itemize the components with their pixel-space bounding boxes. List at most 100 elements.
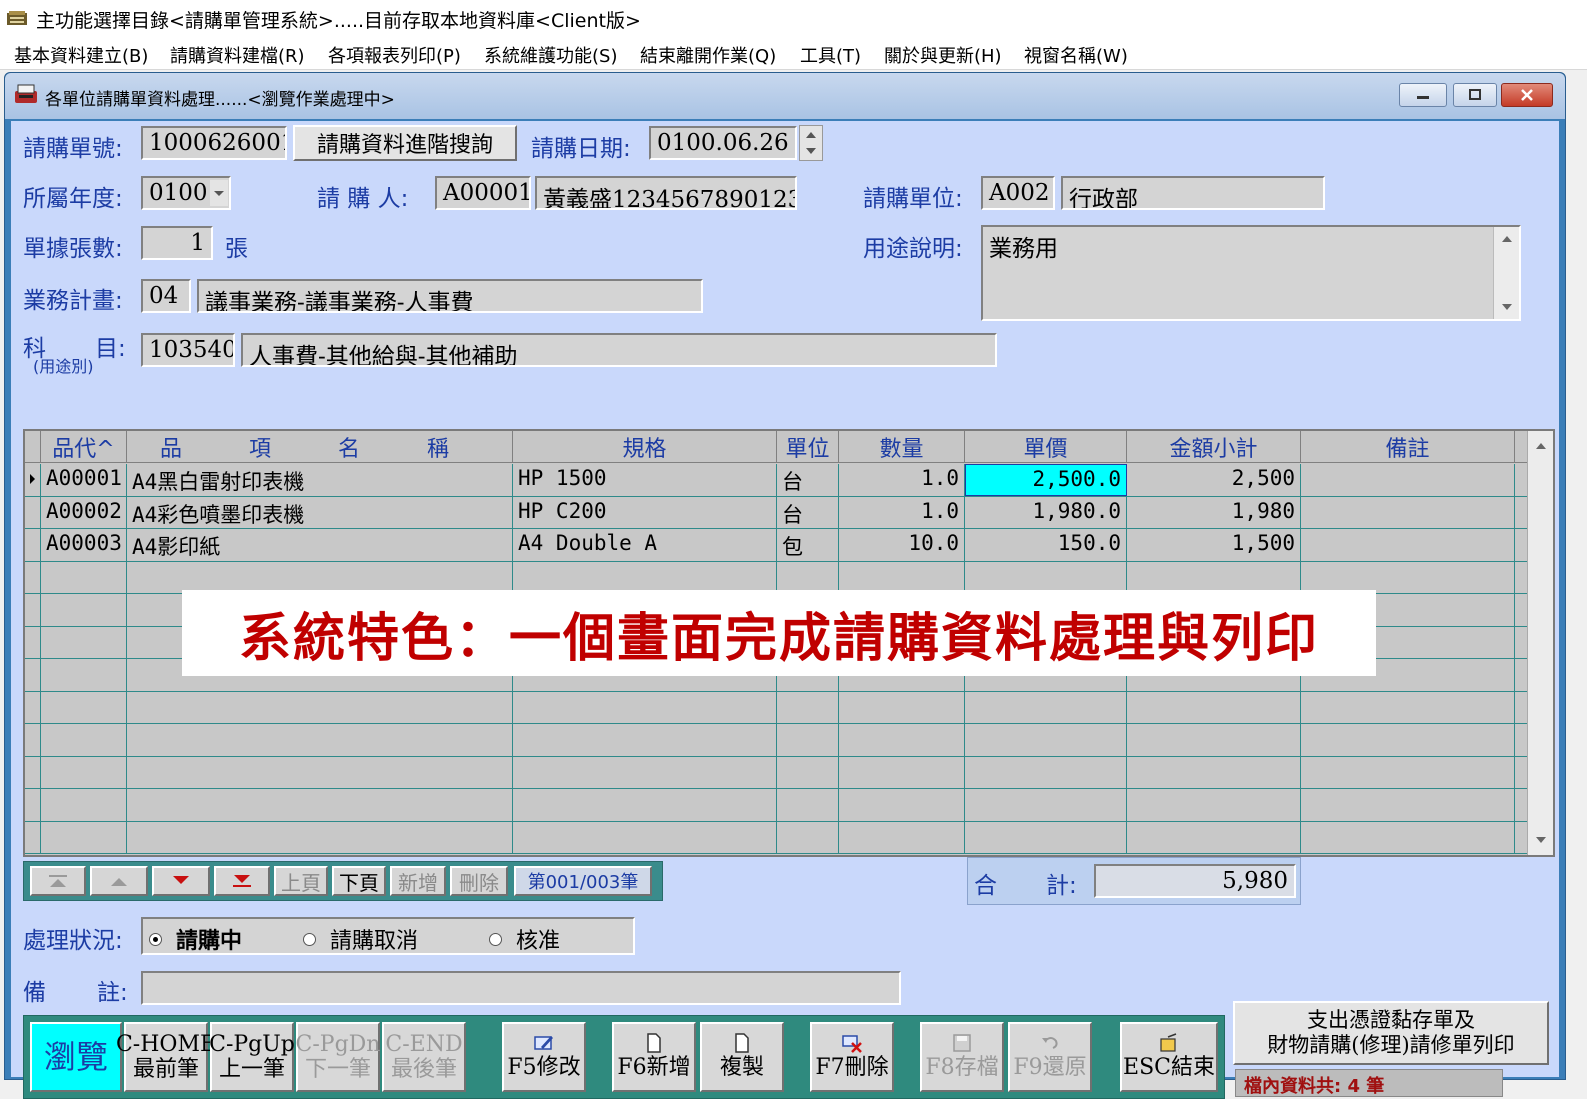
cell-qty[interactable]: 1.0 — [839, 496, 965, 529]
cell-code[interactable] — [41, 659, 127, 691]
cell-price[interactable] — [965, 789, 1127, 821]
status-radio-approved[interactable]: 核准 — [489, 923, 560, 955]
cell-name[interactable]: A4彩色噴墨印表機 — [127, 496, 513, 529]
cell-spec[interactable]: HP 1500 — [513, 464, 777, 496]
cell-qty[interactable] — [839, 724, 965, 756]
save-button[interactable]: F8存檔 — [920, 1022, 1004, 1092]
cell-spec[interactable]: HP C200 — [513, 496, 777, 529]
col-header-subtotal[interactable]: 金額小計 — [1127, 431, 1301, 463]
cell-note[interactable] — [1301, 496, 1515, 529]
new-button[interactable]: F6新增 — [612, 1022, 696, 1092]
cell-note[interactable] — [1301, 756, 1515, 789]
cell-code[interactable] — [41, 756, 127, 789]
col-header-code[interactable]: 品代^ — [41, 431, 127, 463]
cell-name[interactable]: A4影印紙 — [127, 529, 513, 561]
empty-table-row[interactable] — [25, 691, 1527, 724]
cell-code[interactable]: A00001 — [41, 464, 127, 496]
cell-qty[interactable]: 10.0 — [839, 529, 965, 561]
cell-code[interactable] — [41, 594, 127, 626]
nav-last-button[interactable] — [214, 866, 270, 896]
row-indicator[interactable] — [25, 724, 41, 756]
requester-name-field[interactable]: 黃義盛12345678901234 — [535, 176, 797, 210]
subject-name-field[interactable]: 人事費-其他給與-其他補助 — [241, 333, 997, 367]
table-row[interactable]: A00002 A4彩色噴墨印表機 HP C200 台 1.0 1,980.0 1,980 — [25, 496, 1527, 529]
menu-about[interactable]: 關於與更新(H) — [884, 42, 1002, 68]
unit-name-field[interactable]: 行政部 — [1061, 176, 1325, 210]
cell-subtotal[interactable] — [1127, 691, 1301, 724]
cell-code[interactable] — [41, 821, 127, 854]
cell-spec[interactable] — [513, 561, 777, 594]
row-indicator[interactable] — [25, 529, 41, 561]
cell-unit[interactable]: 台 — [777, 464, 839, 496]
cell-code[interactable] — [41, 626, 127, 659]
table-row[interactable]: A00001 A4黑白雷射印表機 HP 1500 台 1.0 2,500.0 2,500 — [25, 464, 1527, 497]
cell-unit[interactable] — [777, 691, 839, 724]
cell-name[interactable] — [127, 561, 513, 594]
cell-unit[interactable] — [777, 789, 839, 821]
req-no-field[interactable]: 1000626001 — [141, 126, 287, 160]
cell-note[interactable] — [1301, 464, 1515, 496]
status-radio-cancelled[interactable]: 請購取消 — [303, 923, 418, 955]
row-indicator[interactable] — [25, 789, 41, 821]
col-header-unit[interactable]: 單位 — [777, 431, 839, 463]
copy-button[interactable]: 複製 — [700, 1022, 784, 1092]
cell-note[interactable] — [1301, 561, 1515, 594]
cell-price[interactable]: 1,980.0 — [965, 496, 1127, 529]
col-header-note[interactable]: 備註 — [1301, 431, 1515, 463]
cell-subtotal[interactable]: 1,980 — [1127, 496, 1301, 529]
cell-name[interactable] — [127, 821, 513, 854]
cell-spec[interactable]: A4 Double A — [513, 529, 777, 561]
cell-note[interactable] — [1301, 724, 1515, 756]
grid-scrollbar[interactable] — [1527, 431, 1553, 855]
restore-button[interactable]: F9還原 — [1008, 1022, 1092, 1092]
row-indicator[interactable] — [25, 691, 41, 724]
cell-spec[interactable] — [513, 756, 777, 789]
cell-spec[interactable] — [513, 789, 777, 821]
cell-spec[interactable] — [513, 724, 777, 756]
col-header-name[interactable]: 品 項 名 稱 — [127, 431, 513, 463]
year-select[interactable]: 0100 — [141, 176, 231, 210]
row-indicator[interactable] — [25, 659, 41, 691]
col-header-price[interactable]: 單價 — [965, 431, 1127, 463]
print-voucher-button[interactable]: 支出憑證黏存單及 財物請購(修理)請修單列印 — [1233, 1001, 1549, 1065]
cell-price[interactable] — [965, 821, 1127, 854]
cell-qty[interactable] — [839, 789, 965, 821]
row-indicator[interactable] — [25, 821, 41, 854]
cell-note[interactable] — [1301, 789, 1515, 821]
menu-reports[interactable]: 各項報表列印(P) — [328, 42, 461, 68]
col-header-qty[interactable]: 數量 — [839, 431, 965, 463]
row-indicator[interactable] — [25, 594, 41, 626]
cell-subtotal[interactable] — [1127, 756, 1301, 789]
cell-qty[interactable] — [839, 561, 965, 594]
close-button[interactable] — [1501, 83, 1553, 107]
menu-window[interactable]: 視窗名稱(W) — [1024, 42, 1128, 68]
remark-field[interactable] — [141, 971, 901, 1005]
restore-button[interactable] — [1453, 83, 1497, 107]
window-title-bar[interactable]: 各單位請購單資料處理......<瀏覽作業處理中> — [5, 73, 1565, 119]
cell-price[interactable] — [965, 691, 1127, 724]
browse-button[interactable]: 瀏覽 — [30, 1022, 122, 1092]
req-date-field[interactable]: 0100.06.26 — [649, 126, 797, 160]
cell-note[interactable] — [1301, 821, 1515, 854]
edit-button[interactable]: F5修改 — [502, 1022, 586, 1092]
row-indicator[interactable] — [25, 496, 41, 529]
cell-qty[interactable] — [839, 821, 965, 854]
row-indicator[interactable] — [25, 561, 41, 594]
empty-table-row[interactable] — [25, 724, 1527, 757]
plan-code-field[interactable]: 04 — [141, 279, 191, 313]
cell-unit[interactable]: 台 — [777, 496, 839, 529]
delete-button[interactable]: F7刪除 — [810, 1022, 894, 1092]
cell-subtotal[interactable] — [1127, 789, 1301, 821]
cell-price[interactable] — [965, 724, 1127, 756]
nav-add-button[interactable]: 新增 — [390, 866, 446, 896]
cell-unit[interactable] — [777, 724, 839, 756]
prev-record-button[interactable]: C-PgUp 上一筆 — [209, 1022, 295, 1092]
menu-system[interactable]: 系統維護功能(S) — [484, 42, 617, 68]
cell-spec[interactable] — [513, 691, 777, 724]
nav-delete-button[interactable]: 刪除 — [450, 866, 508, 896]
cell-qty[interactable] — [839, 756, 965, 789]
nav-next-button[interactable] — [152, 866, 210, 896]
cell-unit[interactable] — [777, 561, 839, 594]
advanced-search-button[interactable]: 請購資料進階搜詢 — [293, 125, 517, 161]
cell-price[interactable] — [965, 561, 1127, 594]
